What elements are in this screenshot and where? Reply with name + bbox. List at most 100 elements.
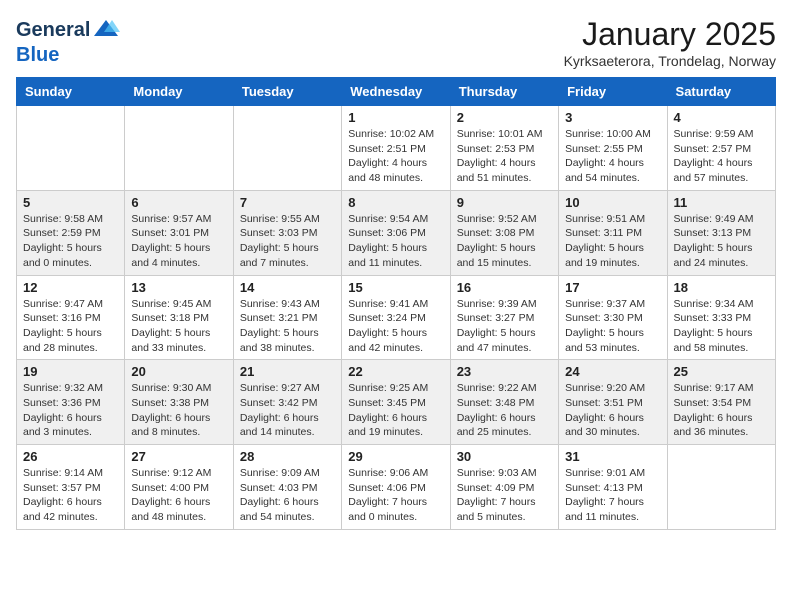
weekday-header-wednesday: Wednesday xyxy=(342,78,450,106)
calendar-cell: 12 Sunrise: 9:47 AM Sunset: 3:16 PM Dayli… xyxy=(17,275,125,360)
calendar-cell xyxy=(667,445,775,530)
calendar-cell: 8 Sunrise: 9:54 AM Sunset: 3:06 PM Daylig… xyxy=(342,190,450,275)
calendar-cell: 9 Sunrise: 9:52 AM Sunset: 3:08 PM Daylig… xyxy=(450,190,558,275)
day-number: 12 xyxy=(23,280,118,295)
weekday-header-sunday: Sunday xyxy=(17,78,125,106)
logo-icon xyxy=(92,16,120,44)
weekday-header-friday: Friday xyxy=(559,78,667,106)
day-info: Sunrise: 9:25 AM Sunset: 3:45 PM Dayligh… xyxy=(348,381,443,440)
calendar-cell xyxy=(233,106,341,191)
logo-blue: Blue xyxy=(16,44,59,66)
calendar-cell: 21 Sunrise: 9:27 AM Sunset: 3:42 PM Dayli… xyxy=(233,360,341,445)
day-number: 24 xyxy=(565,364,660,379)
calendar-cell xyxy=(125,106,233,191)
day-number: 1 xyxy=(348,110,443,125)
day-number: 29 xyxy=(348,449,443,464)
day-number: 27 xyxy=(131,449,226,464)
calendar-cell: 6 Sunrise: 9:57 AM Sunset: 3:01 PM Daylig… xyxy=(125,190,233,275)
day-info: Sunrise: 9:59 AM Sunset: 2:57 PM Dayligh… xyxy=(674,127,769,186)
day-info: Sunrise: 9:51 AM Sunset: 3:11 PM Dayligh… xyxy=(565,212,660,271)
calendar-cell: 19 Sunrise: 9:32 AM Sunset: 3:36 PM Dayli… xyxy=(17,360,125,445)
weekday-header-monday: Monday xyxy=(125,78,233,106)
day-info: Sunrise: 9:09 AM Sunset: 4:03 PM Dayligh… xyxy=(240,466,335,525)
day-number: 20 xyxy=(131,364,226,379)
day-info: Sunrise: 9:39 AM Sunset: 3:27 PM Dayligh… xyxy=(457,297,552,356)
calendar-cell: 22Sunrise: 9:25 AM Sunset: 3:45 PM Dayli… xyxy=(342,360,450,445)
day-info: Sunrise: 9:32 AM Sunset: 3:36 PM Dayligh… xyxy=(23,381,118,440)
day-info: Sunrise: 9:22 AM Sunset: 3:48 PM Dayligh… xyxy=(457,381,552,440)
day-info: Sunrise: 9:30 AM Sunset: 3:38 PM Dayligh… xyxy=(131,381,226,440)
day-number: 9 xyxy=(457,195,552,210)
weekday-header-tuesday: Tuesday xyxy=(233,78,341,106)
day-info: Sunrise: 9:01 AM Sunset: 4:13 PM Dayligh… xyxy=(565,466,660,525)
calendar-cell: 5Sunrise: 9:58 AM Sunset: 2:59 PM Daylig… xyxy=(17,190,125,275)
day-info: Sunrise: 9:43 AM Sunset: 3:21 PM Dayligh… xyxy=(240,297,335,356)
day-info: Sunrise: 9:06 AM Sunset: 4:06 PM Dayligh… xyxy=(348,466,443,525)
day-info: Sunrise: 9:34 AM Sunset: 3:33 PM Dayligh… xyxy=(674,297,769,356)
calendar-cell: 2Sunrise: 10:01 AM Sunset: 2:53 PM Dayli… xyxy=(450,106,558,191)
day-info: Sunrise: 9:27 AM Sunset: 3:42 PM Dayligh… xyxy=(240,381,335,440)
day-info: Sunrise: 9:14 AM Sunset: 3:57 PM Dayligh… xyxy=(23,466,118,525)
day-info: Sunrise: 9:37 AM Sunset: 3:30 PM Dayligh… xyxy=(565,297,660,356)
calendar-cell: 13Sunrise: 9:45 AM Sunset: 3:18 PM Dayli… xyxy=(125,275,233,360)
logo-general: General xyxy=(16,19,90,41)
day-number: 16 xyxy=(457,280,552,295)
day-info: Sunrise: 9:41 AM Sunset: 3:24 PM Dayligh… xyxy=(348,297,443,356)
calendar-cell: 14 Sunrise: 9:43 AM Sunset: 3:21 PM Dayli… xyxy=(233,275,341,360)
day-number: 14 xyxy=(240,280,335,295)
day-info: Sunrise: 9:57 AM Sunset: 3:01 PM Dayligh… xyxy=(131,212,226,271)
day-info: Sunrise: 9:58 AM Sunset: 2:59 PM Dayligh… xyxy=(23,212,118,271)
calendar-cell: 20 Sunrise: 9:30 AM Sunset: 3:38 PM Dayli… xyxy=(125,360,233,445)
calendar-cell: 29 Sunrise: 9:06 AM Sunset: 4:06 PM Dayli… xyxy=(342,445,450,530)
page-header: General Blue January 2025 Kyrksaeterora,… xyxy=(16,16,776,69)
logo: General Blue xyxy=(16,16,120,66)
day-number: 3 xyxy=(565,110,660,125)
weekday-header-saturday: Saturday xyxy=(667,78,775,106)
day-info: Sunrise: 9:03 AM Sunset: 4:09 PM Dayligh… xyxy=(457,466,552,525)
calendar-cell: 28 Sunrise: 9:09 AM Sunset: 4:03 PM Dayli… xyxy=(233,445,341,530)
day-info: Sunrise: 9:49 AM Sunset: 3:13 PM Dayligh… xyxy=(674,212,769,271)
day-number: 18 xyxy=(674,280,769,295)
day-info: Sunrise: 10:02 AM Sunset: 2:51 PM Daylig… xyxy=(348,127,443,186)
location-text: Kyrksaeterora, Trondelag, Norway xyxy=(564,53,776,69)
calendar-week-1: 1 Sunrise: 10:02 AM Sunset: 2:51 PM Dayli… xyxy=(17,106,776,191)
day-number: 2 xyxy=(457,110,552,125)
calendar-cell: 3 Sunrise: 10:00 AM Sunset: 2:55 PM Dayli… xyxy=(559,106,667,191)
day-number: 4 xyxy=(674,110,769,125)
calendar-week-3: 12 Sunrise: 9:47 AM Sunset: 3:16 PM Dayli… xyxy=(17,275,776,360)
calendar-cell: 15 Sunrise: 9:41 AM Sunset: 3:24 PM Dayli… xyxy=(342,275,450,360)
calendar-cell: 26 Sunrise: 9:14 AM Sunset: 3:57 PM Dayli… xyxy=(17,445,125,530)
calendar-cell: 16 Sunrise: 9:39 AM Sunset: 3:27 PM Dayli… xyxy=(450,275,558,360)
calendar-cell: 7 Sunrise: 9:55 AM Sunset: 3:03 PM Daylig… xyxy=(233,190,341,275)
day-number: 19 xyxy=(23,364,118,379)
day-info: Sunrise: 9:54 AM Sunset: 3:06 PM Dayligh… xyxy=(348,212,443,271)
day-info: Sunrise: 9:52 AM Sunset: 3:08 PM Dayligh… xyxy=(457,212,552,271)
day-info: Sunrise: 9:55 AM Sunset: 3:03 PM Dayligh… xyxy=(240,212,335,271)
month-title: January 2025 xyxy=(564,16,776,53)
calendar-cell: 1 Sunrise: 10:02 AM Sunset: 2:51 PM Dayli… xyxy=(342,106,450,191)
day-info: Sunrise: 9:20 AM Sunset: 3:51 PM Dayligh… xyxy=(565,381,660,440)
calendar-cell: 18 Sunrise: 9:34 AM Sunset: 3:33 PM Dayli… xyxy=(667,275,775,360)
day-number: 8 xyxy=(348,195,443,210)
calendar-cell: 30Sunrise: 9:03 AM Sunset: 4:09 PM Dayli… xyxy=(450,445,558,530)
calendar-cell: 23Sunrise: 9:22 AM Sunset: 3:48 PM Dayli… xyxy=(450,360,558,445)
day-info: Sunrise: 9:12 AM Sunset: 4:00 PM Dayligh… xyxy=(131,466,226,525)
calendar-cell: 4 Sunrise: 9:59 AM Sunset: 2:57 PM Daylig… xyxy=(667,106,775,191)
calendar-cell xyxy=(17,106,125,191)
weekday-header-row: SundayMondayTuesdayWednesdayThursdayFrid… xyxy=(17,78,776,106)
day-number: 6 xyxy=(131,195,226,210)
day-number: 15 xyxy=(348,280,443,295)
day-number: 17 xyxy=(565,280,660,295)
calendar-week-4: 19 Sunrise: 9:32 AM Sunset: 3:36 PM Dayli… xyxy=(17,360,776,445)
day-number: 7 xyxy=(240,195,335,210)
day-info: Sunrise: 10:00 AM Sunset: 2:55 PM Daylig… xyxy=(565,127,660,186)
calendar-cell: 11 Sunrise: 9:49 AM Sunset: 3:13 PM Dayli… xyxy=(667,190,775,275)
day-number: 11 xyxy=(674,195,769,210)
day-info: Sunrise: 9:47 AM Sunset: 3:16 PM Dayligh… xyxy=(23,297,118,356)
calendar-cell: 10Sunrise: 9:51 AM Sunset: 3:11 PM Dayli… xyxy=(559,190,667,275)
day-number: 28 xyxy=(240,449,335,464)
day-number: 26 xyxy=(23,449,118,464)
day-number: 21 xyxy=(240,364,335,379)
calendar-week-2: 5Sunrise: 9:58 AM Sunset: 2:59 PM Daylig… xyxy=(17,190,776,275)
calendar-table: SundayMondayTuesdayWednesdayThursdayFrid… xyxy=(16,77,776,530)
